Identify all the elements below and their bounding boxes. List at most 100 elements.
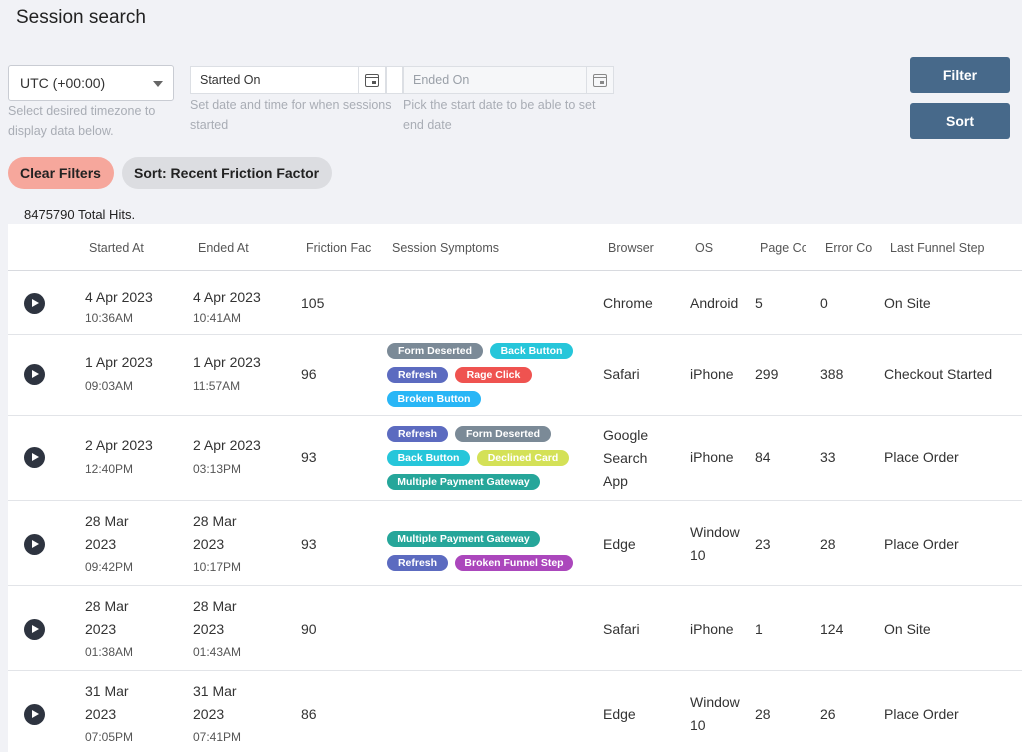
- page-title: Session search: [16, 7, 146, 28]
- header-ended-at[interactable]: Ended At: [198, 241, 249, 255]
- timezone-value: UTC (+00:00): [20, 75, 106, 91]
- ended-time: 01:43AM: [193, 645, 242, 659]
- error-count: 0: [820, 295, 828, 311]
- os: iPhone: [690, 366, 734, 382]
- started-time: 09:03AM: [85, 379, 134, 393]
- last-funnel-step: Place Order: [884, 449, 959, 465]
- sort-button[interactable]: Sort: [910, 103, 1010, 139]
- calendar-icon: [365, 73, 379, 87]
- ended-time: 10:41AM: [193, 311, 242, 325]
- ended-on-input[interactable]: Ended On: [403, 66, 587, 94]
- last-funnel-step: On Site: [884, 295, 931, 311]
- table-row[interactable]: 2 Apr 2023 12:40PM 2 Apr 2023 03:13PM 93 Refr…: [8, 416, 1022, 501]
- ended-time: 11:57AM: [193, 379, 241, 393]
- page-count: 28: [755, 706, 771, 722]
- friction-factor: 96: [301, 366, 317, 382]
- header-last-funnel-step[interactable]: Last Funnel Step: [890, 241, 985, 255]
- ended-time: 07:41PM: [193, 730, 242, 744]
- header-page-count[interactable]: Page Co: [760, 241, 806, 255]
- play-icon[interactable]: [24, 534, 45, 555]
- error-count: 124: [820, 621, 844, 637]
- started-on-calendar-button[interactable]: [358, 66, 386, 94]
- browser: Edge: [603, 536, 636, 552]
- friction-factor: 93: [301, 449, 317, 465]
- started-time: 12:40PM: [85, 462, 134, 476]
- started-date: 1 Apr 2023: [85, 354, 153, 370]
- os: iPhone: [690, 621, 734, 637]
- total-hits: 8475790 Total Hits.: [24, 207, 136, 222]
- symptom-tag: Back Button: [387, 450, 470, 466]
- ended-time: 10:17PM: [193, 560, 242, 574]
- symptom-tag: Declined Card: [477, 450, 569, 466]
- table-row[interactable]: 31 Mar 2023 07:05PM 31 Mar 2023 07:41PM 86 Ed…: [8, 671, 1022, 752]
- clear-filters-chip[interactable]: Clear Filters: [8, 157, 114, 189]
- ended-time: 03:13PM: [193, 462, 242, 476]
- header-browser[interactable]: Browser: [608, 241, 654, 255]
- ended-on-helper: Pick the start date to be able to set en…: [403, 98, 596, 132]
- last-funnel-step: Place Order: [884, 536, 959, 552]
- started-date: 2 Apr 2023: [85, 437, 153, 453]
- play-icon[interactable]: [24, 704, 45, 725]
- sort-chip[interactable]: Sort: Recent Friction Factor: [122, 157, 332, 189]
- play-icon[interactable]: [24, 364, 45, 385]
- header-friction-factor[interactable]: Friction Fac: [306, 241, 374, 255]
- filter-button[interactable]: Filter: [910, 57, 1010, 93]
- header-error-count[interactable]: Error Co: [825, 241, 872, 255]
- symptom-tag: Broken Button: [387, 391, 481, 407]
- error-count: 28: [820, 536, 836, 552]
- last-funnel-step: On Site: [884, 621, 931, 637]
- started-date: 31 Mar 2023: [85, 683, 129, 722]
- last-funnel-step: Place Order: [884, 706, 959, 722]
- friction-factor: 90: [301, 621, 317, 637]
- table-row[interactable]: 4 Apr 2023 10:36AM 4 Apr 2023 10:41AM 105 Chr…: [8, 272, 1022, 335]
- header-started-at[interactable]: Started At: [89, 241, 144, 255]
- symptom-tag: Multiple Payment Gateway: [387, 531, 540, 547]
- header-os[interactable]: OS: [695, 241, 713, 255]
- ended-date: 2 Apr 2023: [193, 437, 261, 453]
- ended-date: 28 Mar 2023: [193, 598, 237, 637]
- ended-date: 31 Mar 2023: [193, 683, 237, 722]
- page-count: 1: [755, 621, 763, 637]
- play-icon[interactable]: [24, 293, 45, 314]
- started-time: 10:36AM: [85, 311, 134, 325]
- symptom-tag: Rage Click: [455, 367, 532, 383]
- sessions-table: Started At Ended At Friction Fac Session…: [8, 224, 1022, 752]
- timezone-select[interactable]: UTC (+00:00): [8, 65, 174, 101]
- header-session-symptoms[interactable]: Session Symptoms: [392, 241, 499, 255]
- os: Window 10: [690, 694, 740, 733]
- browser: Edge: [603, 706, 636, 722]
- play-icon[interactable]: [24, 619, 45, 640]
- ended-date: 28 Mar 2023: [193, 513, 237, 552]
- table-row[interactable]: 1 Apr 2023 09:03AM 1 Apr 2023 11:57AM 96 Form…: [8, 335, 1022, 416]
- symptom-tag: Back Button: [490, 343, 573, 359]
- table-row[interactable]: 28 Mar 2023 01:38AM 28 Mar 2023 01:43AM 90 Sa…: [8, 586, 1022, 671]
- friction-factor: 93: [301, 536, 317, 552]
- last-funnel-step: Checkout Started: [884, 366, 993, 382]
- calendar-icon: [593, 73, 607, 87]
- symptom-tag: Form Deserted: [455, 426, 551, 442]
- friction-factor: 105: [301, 295, 325, 311]
- started-date: 28 Mar 2023: [85, 598, 129, 637]
- browser: Google Search App: [603, 427, 649, 489]
- table-header: Started At Ended At Friction Fac Session…: [8, 224, 1022, 271]
- browser: Safari: [603, 366, 640, 382]
- symptom-tag: Refresh: [387, 555, 448, 571]
- os: iPhone: [690, 449, 734, 465]
- started-time: 09:42PM: [85, 560, 134, 574]
- play-icon[interactable]: [24, 447, 45, 468]
- os: Android: [690, 295, 739, 311]
- started-on-helper: Set date and time for when sessions star…: [190, 98, 392, 132]
- date-input-divider: [386, 66, 403, 94]
- page-count: 5: [755, 295, 763, 311]
- started-date: 28 Mar 2023: [85, 513, 129, 552]
- page-count: 84: [755, 449, 771, 465]
- ended-on-calendar-button[interactable]: [586, 66, 614, 94]
- page-count: 23: [755, 536, 771, 552]
- caret-down-icon: [153, 81, 163, 87]
- symptom-tag: Refresh: [387, 426, 448, 442]
- os: Window 10: [690, 524, 740, 563]
- symptom-tag: Refresh: [387, 367, 448, 383]
- table-row[interactable]: 28 Mar 2023 09:42PM 28 Mar 2023 10:17PM 93 Mu…: [8, 501, 1022, 586]
- started-on-input[interactable]: Started On: [190, 66, 359, 94]
- friction-factor: 86: [301, 706, 317, 722]
